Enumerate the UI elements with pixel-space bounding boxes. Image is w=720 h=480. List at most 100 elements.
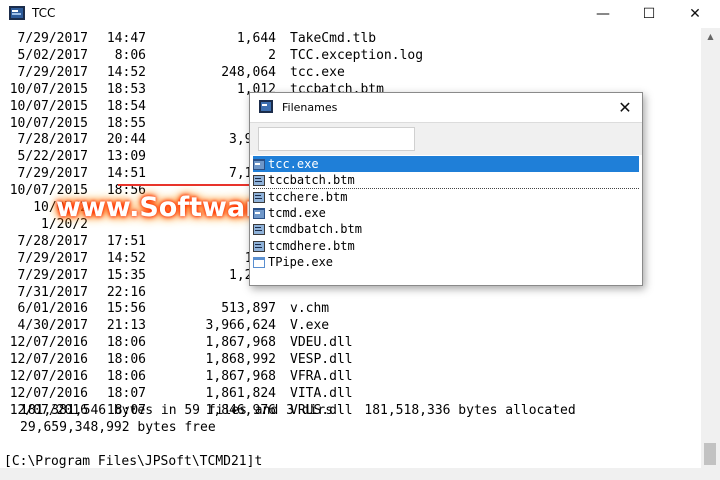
- listing-time: 18:07: [106, 385, 146, 401]
- listing-time: 18:06: [106, 352, 146, 368]
- popup-app-icon: [259, 100, 273, 113]
- maximize-button[interactable]: ☐: [626, 0, 672, 28]
- window-title: TCC: [32, 6, 56, 20]
- close-icon: ✕: [618, 98, 632, 117]
- listing-filename: tcc.exe: [290, 64, 345, 80]
- listing-row: 12/07/2016 18:06 1,867,968 VDEU.dll: [4, 334, 694, 351]
- listing-filename: V.exe: [290, 318, 330, 334]
- batch-file-icon: [253, 191, 265, 203]
- listing-time: 15:35: [106, 267, 146, 283]
- listing-size: 3,966,624: [205, 318, 276, 334]
- listing-date: 12/07/2016: [9, 385, 88, 401]
- listing-row: 6/01/2016 15:56 513,897 v.chm: [4, 300, 694, 317]
- popup-title: Filenames: [282, 101, 338, 114]
- popup-title-bar: Filenames ✕: [250, 93, 642, 122]
- listing-size: 513,897: [221, 301, 276, 317]
- filename-list-item[interactable]: tcc.exe: [253, 156, 639, 172]
- tcc-app-icon: [9, 6, 25, 20]
- listing-date: 12/07/2016: [9, 352, 88, 368]
- listing-date: 5/22/2017: [17, 149, 88, 165]
- filename-list-item[interactable]: tcmd.exe: [253, 205, 639, 221]
- filename-list-item[interactable]: tcmdbatch.btm: [253, 221, 639, 237]
- listing-size: 1,861,824: [205, 385, 276, 401]
- listing-time: 18:06: [106, 369, 146, 384]
- filename-list-item[interactable]: tcchere.btm: [253, 189, 639, 205]
- filename-list-label: TPipe.exe: [268, 254, 334, 269]
- summary-line-free: 29,659,348,992 bytes free: [20, 420, 216, 435]
- title-bar: TCC — ☐ ✕: [0, 0, 720, 29]
- listing-time: 17:51: [106, 233, 146, 249]
- listing-time: 14:47: [106, 31, 146, 46]
- listing-date: 10/07/2015: [9, 115, 88, 131]
- listing-date: 5/02/2017: [17, 47, 88, 63]
- listing-date: 6/01/2016: [17, 301, 88, 317]
- filename-list-item[interactable]: TPipe.exe: [253, 254, 639, 270]
- app-window-icon: [253, 256, 265, 268]
- batch-file-icon: [253, 223, 265, 236]
- listing-size: 1,644: [236, 31, 276, 46]
- filename-list-item[interactable]: tccbatch.btm: [253, 172, 639, 190]
- batch-file-icon: [253, 174, 265, 187]
- listing-date: 7/29/2017: [17, 64, 88, 80]
- filename-list-label: tcc.exe: [268, 157, 319, 171]
- listing-time: 22:16: [106, 284, 146, 300]
- minimize-button[interactable]: —: [580, 0, 626, 28]
- popup-close-button[interactable]: ✕: [612, 96, 638, 120]
- listing-row: 5/02/2017 8:06 2 TCC.exception.log: [4, 47, 694, 64]
- listing-filename: VFRA.dll: [290, 369, 353, 384]
- filename-filter-input[interactable]: [258, 127, 415, 151]
- listing-size: 1,867,968: [205, 335, 276, 351]
- listing-date: 4/30/2017: [17, 318, 88, 334]
- summary-line-files: 181,381,546 bytes in 59 files and 3 dirs…: [20, 403, 576, 418]
- listing-row: 12/07/2016 18:06 1,868,992 VESP.dll: [4, 351, 694, 368]
- listing-row: 7/31/2017 22:16: [4, 284, 694, 301]
- listing-time: 18:06: [106, 335, 146, 351]
- horizontal-scrollbar[interactable]: [0, 468, 720, 480]
- listing-time: 14:52: [106, 64, 146, 80]
- listing-date: 10/07/2015: [9, 81, 88, 97]
- filename-list-label: tccbatch.btm: [268, 173, 355, 188]
- listing-date: 12/07/2016: [9, 369, 88, 384]
- exe-icon: [253, 207, 265, 219]
- listing-date: 7/31/2017: [17, 284, 88, 300]
- listing-date: 10/07/2015: [9, 98, 88, 114]
- listing-date: 12/07/2016: [9, 335, 88, 351]
- listing-size: 1,868,992: [205, 352, 276, 368]
- listing-date: 7/29/2017: [17, 166, 88, 182]
- filename-list-item[interactable]: tcmdhere.btm: [253, 238, 639, 254]
- listing-filename: VESP.dll: [290, 352, 353, 368]
- listing-time: 18:53: [106, 81, 146, 97]
- popup-filter-bar: [250, 122, 642, 155]
- listing-filename: TakeCmd.tlb: [290, 31, 377, 46]
- close-icon: ✕: [689, 6, 701, 22]
- filename-list-label: tcmd.exe: [268, 205, 326, 220]
- listing-date: 7/28/2017: [17, 132, 88, 148]
- listing-row: 12/07/2016 18:07 1,861,824 VITA.dll: [4, 385, 694, 402]
- minimize-icon: —: [596, 6, 610, 22]
- filename-list-label: tcmdbatch.btm: [268, 222, 362, 237]
- vertical-scrollbar[interactable]: ▲: [701, 28, 720, 468]
- scroll-up-icon[interactable]: ▲: [701, 28, 720, 45]
- listing-size: 1,867,968: [205, 369, 276, 384]
- batch-file-icon: [253, 240, 265, 252]
- listing-time: 20:44: [106, 132, 146, 148]
- listing-row: 7/29/2017 14:52 248,064 tcc.exe: [4, 64, 694, 81]
- filename-list[interactable]: tcc.exe tccbatch.btm tcchere.btm tcmd.exe tc…: [250, 155, 642, 284]
- listing-filename: v.chm: [290, 301, 330, 317]
- listing-date: 7/29/2017: [17, 31, 88, 46]
- listing-time: 8:06: [114, 47, 146, 63]
- maximize-icon: ☐: [642, 6, 656, 22]
- listing-time: 13:09: [106, 149, 146, 165]
- listing-filename: TCC.exception.log: [290, 47, 424, 63]
- scroll-thumb[interactable]: [704, 443, 716, 465]
- filenames-popup[interactable]: Filenames ✕ tcc.exe tccbatch.btm tcchere.b…: [249, 92, 643, 286]
- listing-size: 2: [268, 47, 276, 63]
- listing-time: 18:55: [106, 115, 146, 131]
- listing-row: 7/29/2017 14:47 1,644 TakeCmd.tlb: [4, 30, 694, 47]
- close-button[interactable]: ✕: [672, 0, 718, 28]
- listing-time: 14:52: [106, 250, 146, 266]
- listing-row: 4/30/2017 21:13 3,966,624 V.exe: [4, 317, 694, 334]
- listing-filename: VDEU.dll: [290, 335, 353, 351]
- filename-list-label: tcmdhere.btm: [268, 238, 355, 253]
- listing-date: 7/29/2017: [17, 250, 88, 266]
